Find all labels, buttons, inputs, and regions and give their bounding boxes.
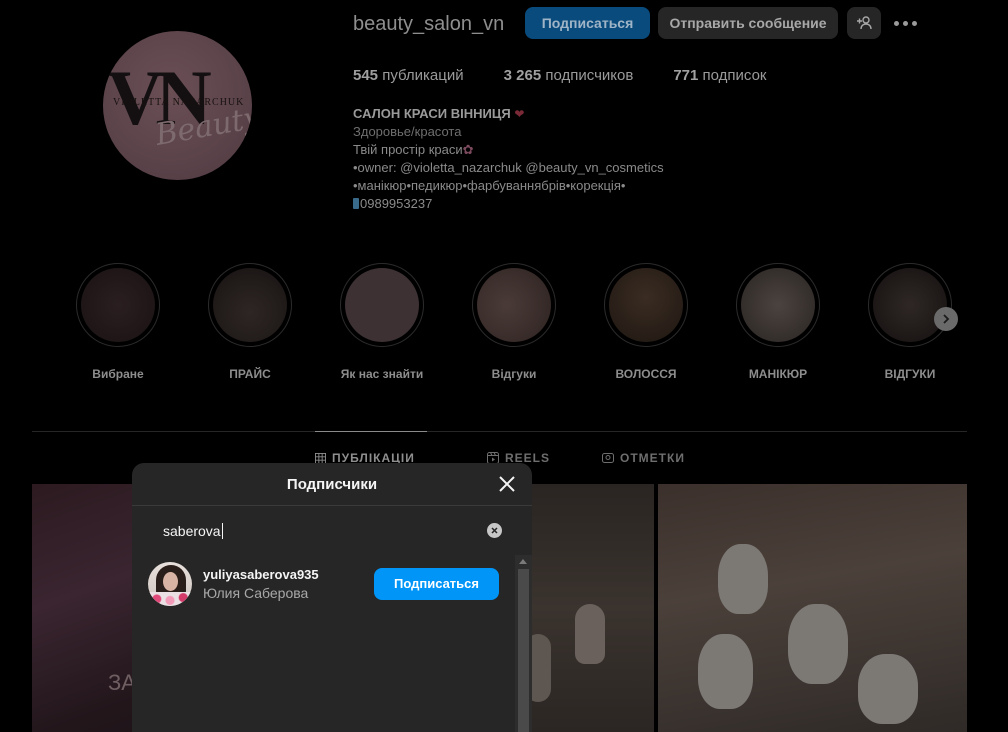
phone-icon: [353, 198, 359, 209]
modal-header: Подписчики: [132, 463, 532, 506]
followers-label: подписчиков: [545, 67, 634, 84]
more-dot-icon: [893, 20, 899, 26]
highlight-label: ВОЛОССЯ: [615, 367, 677, 381]
tabs-divider: [32, 431, 967, 432]
chevron-right-icon: [943, 314, 950, 324]
post-image-shape: [718, 544, 768, 614]
followers-stat[interactable]: 3 265 подписчиков: [504, 67, 634, 84]
avatar-flowers-shape: [148, 592, 192, 606]
profile-bio: САЛОН КРАСИ ВІННИЦЯ ❤ Здоровье/красота Т…: [353, 105, 753, 213]
send-message-button[interactable]: Отправить сообщение: [658, 7, 838, 39]
highlight-label: Як нас знайти: [340, 367, 424, 381]
highlight-item[interactable]: МАНІКЮР: [736, 263, 820, 381]
post-image-shape: [698, 634, 753, 709]
modal-scrollbar[interactable]: [515, 555, 532, 732]
active-tab-indicator: [315, 431, 427, 432]
follow-follower-button[interactable]: Подписаться: [374, 568, 499, 600]
story-highlights: Вибране ПРАЙС Як нас знайти Відгуки ВОЛО…: [76, 263, 976, 383]
more-dot-icon: [902, 20, 908, 26]
avatar[interactable]: [148, 562, 192, 606]
posts-count: 545: [353, 67, 379, 84]
modal-title: Подписчики: [286, 476, 378, 493]
bio-phone: 0989953237: [360, 196, 433, 211]
highlight-cover: [213, 268, 287, 342]
highlight-cover: [741, 268, 815, 342]
following-label: подписок: [702, 67, 767, 84]
tagged-icon: [602, 453, 614, 463]
search-input-value: saberova: [163, 523, 221, 539]
highlight-label: ПРАЙС: [229, 367, 271, 381]
text-caret: [221, 523, 223, 539]
more-dot-icon: [911, 20, 917, 26]
post-image-shape: [575, 604, 605, 664]
follow-button[interactable]: Подписаться: [525, 7, 650, 39]
clear-icon: [491, 527, 498, 534]
following-count: 771: [673, 67, 699, 84]
highlight-cover: [477, 268, 551, 342]
highlight-ring: [868, 263, 952, 347]
highlight-cover: [81, 268, 155, 342]
bio-line1: Твій простір краси: [353, 142, 463, 157]
posts-stat: 545 публикаций: [353, 67, 464, 84]
highlight-label: ВІДГУКИ: [884, 367, 936, 381]
highlight-item[interactable]: ПРАЙС: [208, 263, 292, 381]
posts-label: публикаций: [382, 67, 464, 84]
follower-username[interactable]: yuliyasaberova935: [203, 567, 319, 582]
highlight-ring: [340, 263, 424, 347]
followers-count: 3 265: [503, 67, 542, 84]
post-image-shape: [788, 604, 848, 684]
highlight-label: Відгуки: [491, 367, 537, 381]
profile-avatar[interactable]: VN VIOLETTA NAZARCHUK Beauty: [103, 31, 252, 180]
suggested-users-button[interactable]: [847, 7, 881, 39]
more-options-button[interactable]: [890, 7, 920, 39]
follower-row[interactable]: yuliyasaberova935 Юлия Саберова Подписат…: [148, 562, 499, 606]
flower-icon: ✿: [462, 142, 474, 157]
scroll-up-arrow-icon[interactable]: [519, 559, 527, 564]
post-image-shape: [858, 654, 918, 724]
followers-modal: Подписчики saberova yuliyasaberova935 Юл…: [132, 463, 532, 732]
close-icon: [499, 476, 515, 492]
avatar-face-shape: [163, 572, 178, 591]
bio-name: САЛОН КРАСИ ВІННИЦЯ: [353, 106, 511, 121]
search-field[interactable]: saberova: [148, 517, 516, 545]
bio-category: Здоровье/красота: [353, 124, 462, 139]
clear-search-button[interactable]: [487, 523, 502, 538]
highlight-cover: [345, 268, 419, 342]
follower-full-name: Юлия Саберова: [203, 585, 309, 601]
profile-stats: 545 публикаций 3 265 подписчиков 771 под…: [353, 67, 807, 84]
highlight-cover: [609, 268, 683, 342]
search-input[interactable]: saberova: [163, 523, 223, 539]
highlight-item[interactable]: ВОЛОССЯ: [604, 263, 688, 381]
highlight-cover: [873, 268, 947, 342]
highlight-ring: [208, 263, 292, 347]
following-stat[interactable]: 771 подписок: [673, 67, 766, 84]
highlights-next-button[interactable]: [934, 307, 958, 331]
highlight-ring: [604, 263, 688, 347]
bio-line2: •owner: @violetta_nazarchuk @beauty_vn_c…: [353, 160, 664, 175]
highlight-item[interactable]: Як нас знайти: [340, 263, 424, 381]
profile-username: beauty_salon_vn: [353, 13, 505, 35]
bio-line3: •манікюр•педикюр•фарбуваннябрів•корекція…: [353, 178, 626, 193]
post-tile[interactable]: [658, 484, 967, 732]
grid-icon: [315, 452, 326, 464]
heart-icon: ❤: [514, 107, 525, 121]
highlight-label: МАНІКЮР: [748, 367, 808, 381]
highlight-item[interactable]: Вибране: [76, 263, 160, 381]
tab-tagged[interactable]: ОТМЕТКИ: [602, 451, 685, 465]
highlight-ring: [76, 263, 160, 347]
close-button[interactable]: [496, 473, 518, 495]
tab-tagged-label: ОТМЕТКИ: [620, 451, 685, 465]
highlight-label: Вибране: [92, 367, 144, 381]
highlight-ring: [736, 263, 820, 347]
add-user-icon: [857, 16, 872, 30]
scrollbar-thumb[interactable]: [518, 569, 529, 732]
highlight-item[interactable]: Відгуки: [472, 263, 556, 381]
highlight-ring: [472, 263, 556, 347]
